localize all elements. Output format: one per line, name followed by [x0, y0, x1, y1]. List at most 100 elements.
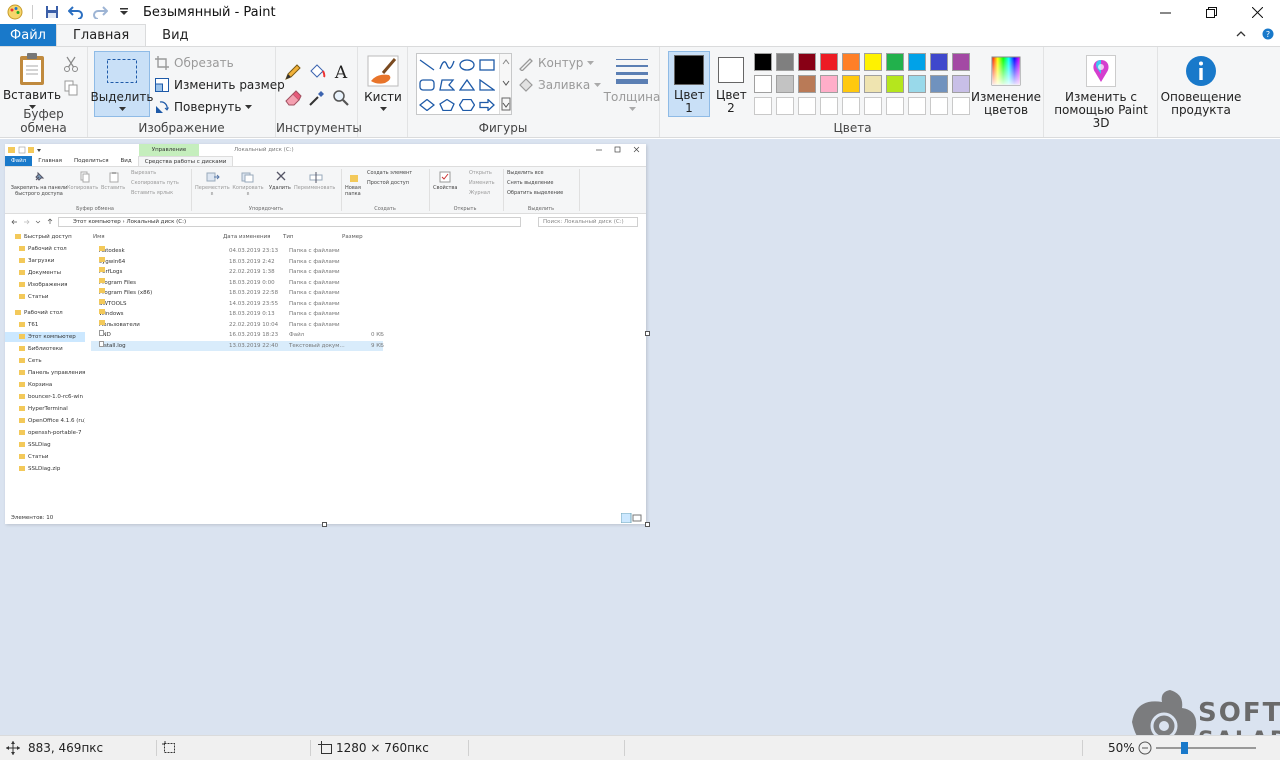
tab-home[interactable]: Главная: [56, 24, 147, 46]
text-icon[interactable]: A: [330, 61, 352, 83]
folder-icon: [19, 382, 25, 387]
color2-button[interactable]: Цвет 2: [712, 55, 750, 115]
zoom-slider[interactable]: [1156, 736, 1256, 760]
palette-swatch[interactable]: [754, 75, 772, 93]
save-icon[interactable]: [43, 3, 61, 21]
custom-color-slot[interactable]: [930, 97, 948, 115]
tab-view[interactable]: Вид: [146, 24, 204, 46]
thickness-button[interactable]: Толщина: [604, 55, 660, 111]
collapse-ribbon-icon[interactable]: [1236, 28, 1246, 43]
custom-color-slot[interactable]: [798, 97, 816, 115]
arrow-shape-icon[interactable]: [477, 96, 497, 114]
explorer-file-type: Папка с файлами: [289, 269, 340, 275]
zoom-out-button[interactable]: [1138, 736, 1152, 760]
brushes-button[interactable]: Кисти: [362, 55, 404, 111]
canvas-area[interactable]: Управление Локальный диск (C:) Файл Глав…: [0, 139, 1280, 735]
explorer-nav-label: Документы: [28, 270, 61, 276]
palette-swatch[interactable]: [798, 53, 816, 71]
eraser-icon[interactable]: [282, 87, 304, 109]
edit-colors-button[interactable]: Изменение цветов: [970, 55, 1042, 117]
crop-button[interactable]: Обрезать: [154, 53, 234, 73]
palette-swatch[interactable]: [886, 53, 904, 71]
paste-button[interactable]: Вставить: [3, 53, 61, 109]
palette-swatch[interactable]: [776, 53, 794, 71]
color-picker-icon[interactable]: [306, 87, 328, 109]
curve-shape-icon[interactable]: [437, 56, 457, 74]
canvas-resize-handle-corner[interactable]: [645, 522, 650, 527]
palette-swatch[interactable]: [908, 75, 926, 93]
resize-button[interactable]: Изменить размер: [154, 75, 285, 95]
explorer-rename-label: Переименовать: [294, 185, 336, 191]
restore-button[interactable]: [1188, 0, 1234, 24]
tab-file[interactable]: Файл: [0, 24, 56, 46]
custom-color-slot[interactable]: [820, 97, 838, 115]
select-button[interactable]: Выделить: [91, 55, 153, 111]
custom-color-slot[interactable]: [952, 97, 970, 115]
color1-button[interactable]: Цвет 1: [668, 55, 710, 115]
help-icon[interactable]: ?: [1262, 28, 1274, 43]
redo-icon[interactable]: [91, 3, 109, 21]
palette-swatch[interactable]: [842, 75, 860, 93]
magnifier-icon[interactable]: [330, 87, 352, 109]
palette-swatch[interactable]: [952, 53, 970, 71]
hexagon-shape-icon[interactable]: [457, 96, 477, 114]
palette-swatch[interactable]: [864, 75, 882, 93]
custom-color-slot[interactable]: [842, 97, 860, 115]
explorer-window-title: Локальный диск (C:): [234, 147, 294, 153]
diamond-shape-icon[interactable]: [417, 96, 437, 114]
custom-color-slot[interactable]: [754, 97, 772, 115]
palette-swatch[interactable]: [930, 75, 948, 93]
product-alert-button[interactable]: Оповещение продукта: [1160, 55, 1242, 117]
folder-icon: [99, 267, 105, 272]
rotate-button[interactable]: Повернуть: [154, 97, 253, 117]
customize-qa-icon[interactable]: [115, 3, 133, 21]
zoom-slider-thumb[interactable]: [1181, 742, 1188, 754]
palette-swatch[interactable]: [930, 53, 948, 71]
explorer-pin-icon: [35, 171, 45, 181]
minimize-button[interactable]: [1142, 0, 1188, 24]
copy-icon[interactable]: [60, 77, 82, 99]
explorer-file-date: 22.02.2019 10:04: [229, 321, 279, 328]
canvas-resize-handle-right[interactable]: [645, 331, 650, 336]
svg-text:A: A: [334, 63, 348, 81]
rectangle-shape-icon[interactable]: [477, 56, 497, 74]
oval-shape-icon[interactable]: [457, 56, 477, 74]
fill-bucket-icon[interactable]: [306, 61, 328, 83]
explorer-select-all-label: Выделить все: [507, 170, 544, 176]
resize-icon: [154, 77, 170, 93]
custom-color-slot[interactable]: [908, 97, 926, 115]
palette-swatch[interactable]: [842, 53, 860, 71]
palette-swatch[interactable]: [798, 75, 816, 93]
cut-icon[interactable]: [60, 53, 82, 75]
palette-swatch[interactable]: [886, 75, 904, 93]
palette-swatch[interactable]: [952, 75, 970, 93]
explorer-nav-label: openssh-portable-7: [28, 430, 82, 436]
custom-color-slot[interactable]: [864, 97, 882, 115]
palette-swatch[interactable]: [864, 53, 882, 71]
explorer-nav-label: SSLDiag.zip: [28, 466, 61, 472]
drawing-canvas[interactable]: Управление Локальный диск (C:) Файл Глав…: [5, 144, 646, 524]
palette-swatch[interactable]: [820, 75, 838, 93]
triangle-shape-icon[interactable]: [457, 76, 477, 94]
outline-button[interactable]: Контур: [518, 53, 595, 73]
palette-swatch[interactable]: [776, 75, 794, 93]
custom-color-slot[interactable]: [776, 97, 794, 115]
undo-icon[interactable]: [67, 3, 85, 21]
pentagon-shape-icon[interactable]: [437, 96, 457, 114]
custom-color-slot[interactable]: [886, 97, 904, 115]
line-shape-icon[interactable]: [417, 56, 437, 74]
paint3d-button[interactable]: Изменить с помощью Paint 3D: [1046, 55, 1156, 130]
canvas-resize-handle-bottom[interactable]: [322, 522, 327, 527]
right-triangle-shape-icon[interactable]: [477, 76, 497, 94]
close-button[interactable]: [1234, 0, 1280, 24]
explorer-sep-4: [503, 169, 504, 211]
palette-swatch[interactable]: [820, 53, 838, 71]
fill-button[interactable]: Заливка: [518, 75, 602, 95]
polygon-shape-icon[interactable]: [437, 76, 457, 94]
palette-swatch[interactable]: [754, 53, 772, 71]
rounded-rectangle-shape-icon[interactable]: [417, 76, 437, 94]
palette-swatch[interactable]: [908, 53, 926, 71]
pencil-icon[interactable]: [282, 61, 304, 83]
shapes-scrollbar[interactable]: [499, 54, 511, 114]
paint-app-icon[interactable]: [6, 3, 24, 21]
